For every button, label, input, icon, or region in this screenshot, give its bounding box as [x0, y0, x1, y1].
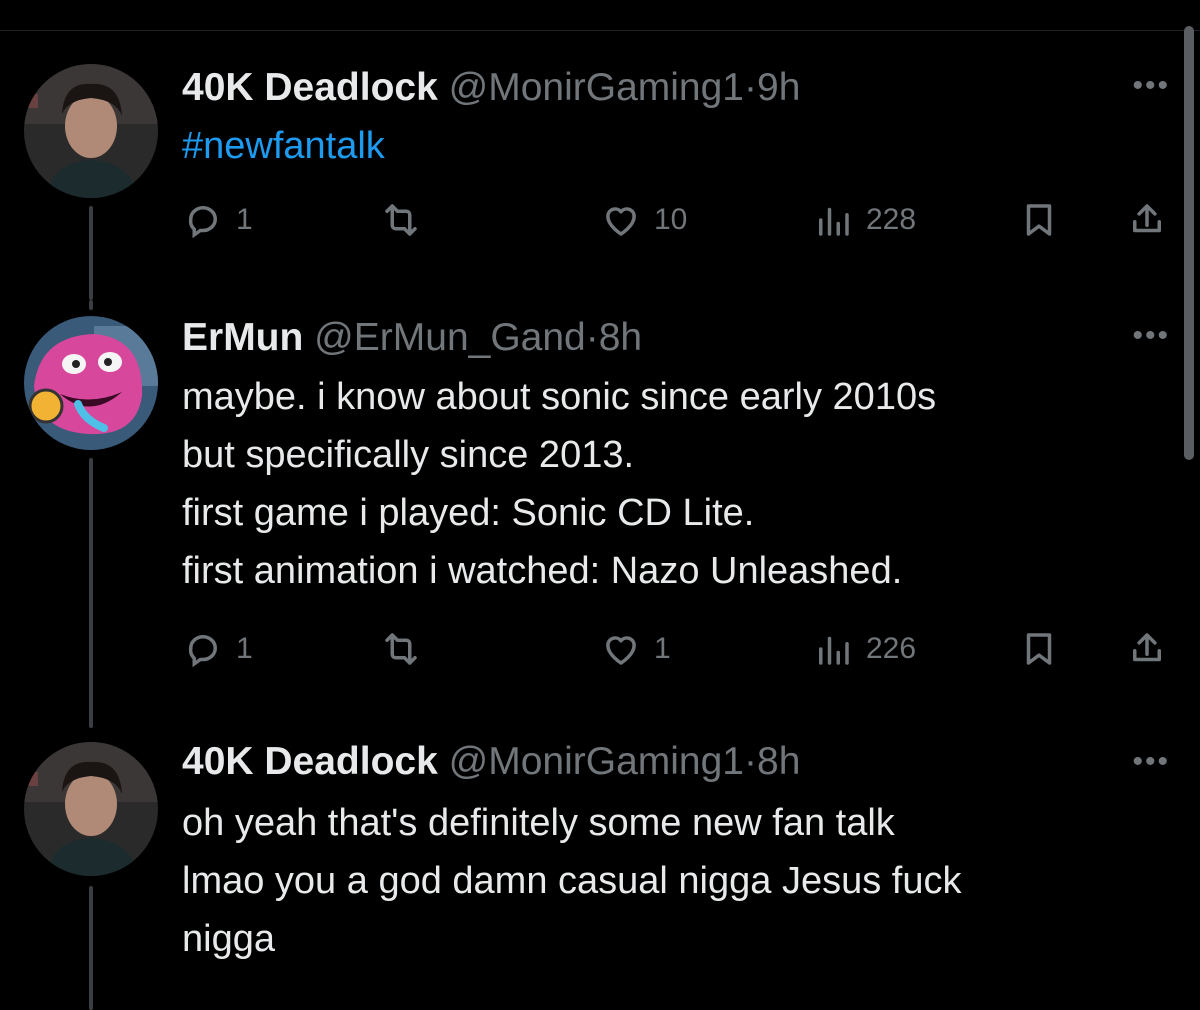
- tweet-header: ErMun @ErMun_Gand·8h: [182, 316, 642, 360]
- reply-count: 1: [236, 203, 253, 236]
- heart-icon: [606, 207, 636, 236]
- views-button[interactable]: 226: [812, 626, 916, 672]
- reply-button[interactable]: 1: [182, 197, 253, 243]
- tweet-text: maybe. i know about sonic since early 20…: [182, 368, 1172, 600]
- thread-line: [89, 206, 93, 300]
- views-icon: [819, 207, 849, 236]
- tweet-2[interactable]: ErMun @ErMun_Gand·8h ••• maybe. i know a…: [0, 300, 1200, 728]
- tweet-3[interactable]: 40K Deadlock @MonirGaming1·8h ••• oh yea…: [0, 728, 1200, 1010]
- handle[interactable]: @MonirGaming1: [449, 740, 744, 783]
- action-bar: 1 1 226: [182, 626, 1172, 672]
- display-name[interactable]: 40K Deadlock: [182, 740, 438, 783]
- display-name[interactable]: 40K Deadlock: [182, 66, 438, 109]
- tweet-text: #newfantalk: [182, 117, 1172, 175]
- bookmark-button[interactable]: [1018, 626, 1060, 672]
- views-button[interactable]: 228: [812, 197, 916, 243]
- separator-dot: ·: [585, 316, 599, 359]
- text-line: maybe. i know about sonic since early 20…: [182, 376, 937, 418]
- hashtag-link[interactable]: #newfantalk: [182, 125, 385, 167]
- bookmark-icon: [1026, 204, 1052, 236]
- views-icon: [819, 636, 849, 665]
- more-options-icon[interactable]: •••: [1132, 71, 1170, 101]
- retweet-button[interactable]: [380, 197, 422, 243]
- handle[interactable]: @MonirGaming1: [449, 66, 744, 109]
- timestamp[interactable]: 9h: [757, 66, 800, 109]
- tweet-text: oh yeah that's definitely some new fan t…: [182, 794, 1172, 968]
- heart-icon: [606, 636, 636, 665]
- like-button[interactable]: 10: [600, 197, 687, 243]
- reply-icon: [188, 635, 217, 668]
- action-bar: 1 10 228: [182, 197, 1172, 243]
- avatar[interactable]: [24, 64, 158, 198]
- text-line: oh yeah that's definitely some new fan t…: [182, 802, 895, 844]
- thread-line: [89, 458, 93, 728]
- bookmark-button[interactable]: [1018, 197, 1060, 243]
- tweet-header: 40K Deadlock @MonirGaming1·9h: [182, 66, 800, 110]
- timestamp[interactable]: 8h: [757, 740, 800, 783]
- tweet-1[interactable]: 40K Deadlock @MonirGaming1·9h ••• #newfa…: [0, 0, 1200, 300]
- avatar[interactable]: [24, 742, 158, 876]
- handle[interactable]: @ErMun_Gand: [314, 316, 586, 359]
- thread-line: [89, 300, 93, 310]
- bookmark-icon: [1026, 633, 1052, 665]
- text-line: but specifically since 2013.: [182, 434, 635, 476]
- display-name[interactable]: ErMun: [182, 316, 303, 359]
- reply-button[interactable]: 1: [182, 626, 253, 672]
- view-count: 228: [866, 203, 917, 236]
- share-button[interactable]: [1126, 197, 1168, 243]
- share-icon: [1133, 633, 1161, 662]
- reply-count: 1: [236, 632, 253, 665]
- view-count: 226: [866, 632, 917, 665]
- share-button[interactable]: [1126, 626, 1168, 672]
- like-count: 1: [654, 632, 671, 665]
- timestamp[interactable]: 8h: [599, 316, 642, 359]
- like-button[interactable]: 1: [600, 626, 671, 672]
- text-line: lmao you a god damn casual nigga Jesus f…: [182, 860, 962, 902]
- retweet-icon: [385, 204, 417, 236]
- thread-line: [89, 886, 93, 1010]
- separator-dot: ·: [744, 740, 757, 783]
- avatar[interactable]: [24, 316, 158, 450]
- retweet-icon: [385, 633, 417, 665]
- retweet-button[interactable]: [380, 626, 422, 672]
- separator-dot: ·: [744, 66, 757, 109]
- more-options-icon[interactable]: •••: [1132, 321, 1170, 351]
- tweet-header: 40K Deadlock @MonirGaming1·8h: [182, 740, 800, 784]
- text-line: first game i played: Sonic CD Lite.: [182, 492, 755, 534]
- more-options-icon[interactable]: •••: [1132, 747, 1170, 777]
- text-line: nigga: [182, 918, 275, 960]
- share-icon: [1133, 204, 1161, 233]
- reply-icon: [188, 206, 217, 239]
- like-count: 10: [654, 203, 688, 236]
- text-line: first animation i watched: Nazo Unleashe…: [182, 550, 903, 592]
